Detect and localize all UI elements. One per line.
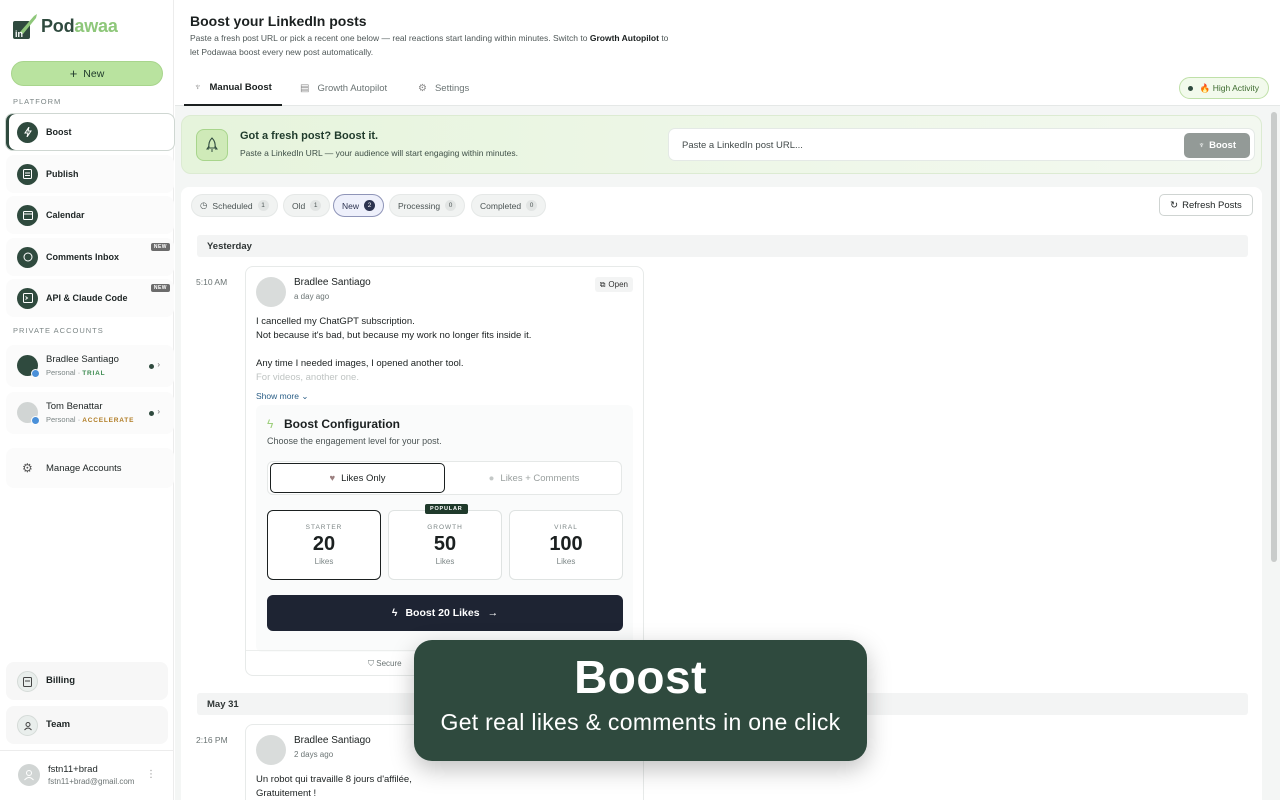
clock-icon: ◷ bbox=[200, 200, 208, 210]
avatar bbox=[17, 355, 40, 378]
new-badge: NEW bbox=[150, 284, 170, 292]
scrollbar[interactable] bbox=[1271, 112, 1277, 562]
sidebar-item-billing[interactable]: Billing bbox=[6, 662, 168, 700]
user-avatar-icon bbox=[18, 764, 40, 786]
sidebar-item-publish[interactable]: Publish bbox=[6, 155, 174, 193]
external-link-icon: ⧉ bbox=[599, 279, 606, 289]
heart-icon: ♥ bbox=[329, 472, 336, 484]
tier-viral[interactable]: VIRAL 100 Likes bbox=[509, 510, 623, 580]
page-description: Paste a fresh post URL or pick a recent … bbox=[190, 33, 669, 57]
avatar bbox=[256, 277, 286, 307]
arrow-right-icon: → bbox=[487, 607, 499, 619]
high-activity-badge: 🔥 High Activity bbox=[1178, 77, 1269, 99]
receipt-icon bbox=[17, 671, 38, 692]
sidebar-item-team[interactable]: Team bbox=[6, 706, 168, 744]
filter-scheduled[interactable]: ◷ Scheduled 1 bbox=[191, 194, 278, 217]
avatar bbox=[17, 402, 40, 425]
boost-likes-button[interactable]: ϟ Boost 20 Likes → bbox=[267, 595, 623, 631]
engagement-toggle: ♥ Likes Only ● Likes + Comments bbox=[267, 461, 622, 495]
day-header: Yesterday bbox=[197, 235, 1248, 257]
users-icon bbox=[17, 715, 38, 736]
tab-manual-boost[interactable]: ♆ Manual Boost bbox=[184, 70, 282, 106]
secure-note: ⛉ Secure bbox=[368, 659, 402, 668]
tier-starter[interactable]: STARTER 20 Likes bbox=[267, 510, 381, 580]
sidebar-item-comments-inbox[interactable]: Comments Inbox NEW bbox=[6, 238, 174, 276]
sidebar-item-boost[interactable]: Boost bbox=[5, 113, 175, 151]
filter-completed[interactable]: Completed 0 bbox=[471, 194, 547, 217]
private-accounts-label: PRIVATE ACCOUNTS bbox=[13, 326, 104, 335]
calendar-icon bbox=[17, 204, 38, 226]
post-url-input[interactable]: Paste a LinkedIn post URL... ♆ Boost bbox=[668, 128, 1255, 161]
boost-configuration: ϟ Boost Configuration Choose the engagem… bbox=[256, 405, 633, 652]
post-body: I cancelled my ChatGPT subscription. Not… bbox=[256, 316, 532, 383]
svg-text:in: in bbox=[15, 29, 23, 39]
hero-title: Got a fresh post? Boost it. bbox=[240, 130, 379, 142]
rocket-logo-icon: in bbox=[13, 14, 37, 39]
toast-subtitle: Get real likes & comments in one click bbox=[440, 709, 841, 735]
page-header: Boost your LinkedIn posts Paste a fresh … bbox=[175, 0, 1280, 70]
status-dot-icon bbox=[149, 411, 154, 416]
filter-processing[interactable]: Processing 0 bbox=[389, 194, 466, 217]
post-card: Bradlee Santiago a day ago ⧉ Open I cance… bbox=[245, 266, 645, 676]
status-dot-icon bbox=[149, 364, 154, 369]
document-icon bbox=[17, 163, 38, 185]
manage-accounts-button[interactable]: ⚙ Manage Accounts bbox=[6, 448, 174, 488]
post-time: 2:16 PM bbox=[196, 735, 228, 745]
boost-url-button[interactable]: ♆ Boost bbox=[1184, 133, 1250, 158]
new-button[interactable]: + New bbox=[11, 61, 163, 86]
refresh-icon: ↻ bbox=[1170, 199, 1179, 211]
sidebar: in Podawaa + New PLATFORM Boost Publish … bbox=[0, 0, 175, 800]
feature-toast: Boost Get real likes & comments in one c… bbox=[414, 640, 867, 761]
toast-title: Boost bbox=[574, 651, 707, 703]
linkedin-icon bbox=[31, 369, 40, 378]
gear-icon: ⚙ bbox=[418, 82, 427, 94]
more-vertical-icon[interactable]: ⋮ bbox=[146, 769, 156, 780]
sidebar-item-calendar[interactable]: Calendar bbox=[6, 196, 174, 234]
avatar bbox=[256, 735, 286, 765]
chat-bubble-icon bbox=[17, 246, 38, 268]
filter-old[interactable]: Old 1 bbox=[283, 194, 331, 217]
chat-bubble-icon: ● bbox=[488, 472, 495, 484]
hero-subtitle: Paste a LinkedIn URL — your audience wil… bbox=[240, 148, 518, 158]
new-badge: NEW bbox=[150, 243, 170, 251]
shield-icon: ⛉ bbox=[368, 659, 374, 668]
status-dot-icon bbox=[1187, 86, 1193, 91]
rocket-icon bbox=[196, 129, 228, 161]
document-icon: ▤ bbox=[300, 82, 310, 94]
account-item-tom[interactable]: Tom Benattar Personal · ACCELERATE › bbox=[6, 392, 174, 434]
tab-bar: ♆ Manual Boost ▤ Growth Autopilot ⚙ Setting… bbox=[175, 70, 1280, 106]
likes-comments-option[interactable]: ● Likes + Comments bbox=[448, 463, 620, 493]
bolt-icon: ϟ bbox=[267, 417, 274, 431]
plus-icon: + bbox=[69, 66, 78, 81]
boost-hero-card: Got a fresh post? Boost it. Paste a Link… bbox=[181, 115, 1262, 174]
brand-name: Podawaa bbox=[41, 15, 118, 36]
terminal-icon bbox=[17, 287, 38, 309]
platform-section-label: PLATFORM bbox=[13, 97, 62, 106]
likes-only-option[interactable]: ♥ Likes Only bbox=[270, 463, 445, 493]
popular-badge: POPULAR bbox=[425, 504, 468, 514]
show-more-link[interactable]: Show more ⌄ bbox=[256, 391, 308, 402]
chevron-right-icon: › bbox=[157, 407, 160, 416]
refresh-posts-button[interactable]: ↻ Refresh Posts bbox=[1159, 194, 1253, 216]
post-body: Un robot qui travaille 8 jours d'affilée… bbox=[256, 774, 412, 799]
user-profile[interactable]: fstn11+brad fstn11+brad@gmail.com ⋮ bbox=[0, 750, 174, 800]
tier-growth[interactable]: POPULAR GROWTH 50 Likes bbox=[388, 504, 502, 580]
filter-new[interactable]: New 2 bbox=[333, 194, 385, 217]
account-item-bradlee[interactable]: Bradlee Santiago Personal · TRIAL › bbox=[6, 345, 174, 387]
chevron-right-icon: › bbox=[157, 360, 160, 369]
gear-icon: ⚙ bbox=[22, 461, 33, 475]
logo[interactable]: in Podawaa bbox=[12, 12, 118, 40]
page-title: Boost your LinkedIn posts bbox=[190, 13, 367, 29]
linkedin-icon bbox=[31, 416, 40, 425]
tab-growth-autopilot[interactable]: ▤ Growth Autopilot bbox=[300, 70, 387, 106]
tab-settings[interactable]: ⚙ Settings bbox=[418, 70, 469, 106]
bolt-icon bbox=[17, 121, 38, 143]
open-post-button[interactable]: ⧉ Open bbox=[594, 277, 633, 292]
rocket-icon: ♆ bbox=[194, 81, 202, 93]
rocket-icon: ♆ bbox=[1197, 140, 1206, 151]
bolt-icon: ϟ bbox=[391, 607, 398, 619]
post-time: 5:10 AM bbox=[196, 277, 228, 287]
sidebar-item-api-claude-code[interactable]: API & Claude Code NEW bbox=[6, 279, 174, 317]
